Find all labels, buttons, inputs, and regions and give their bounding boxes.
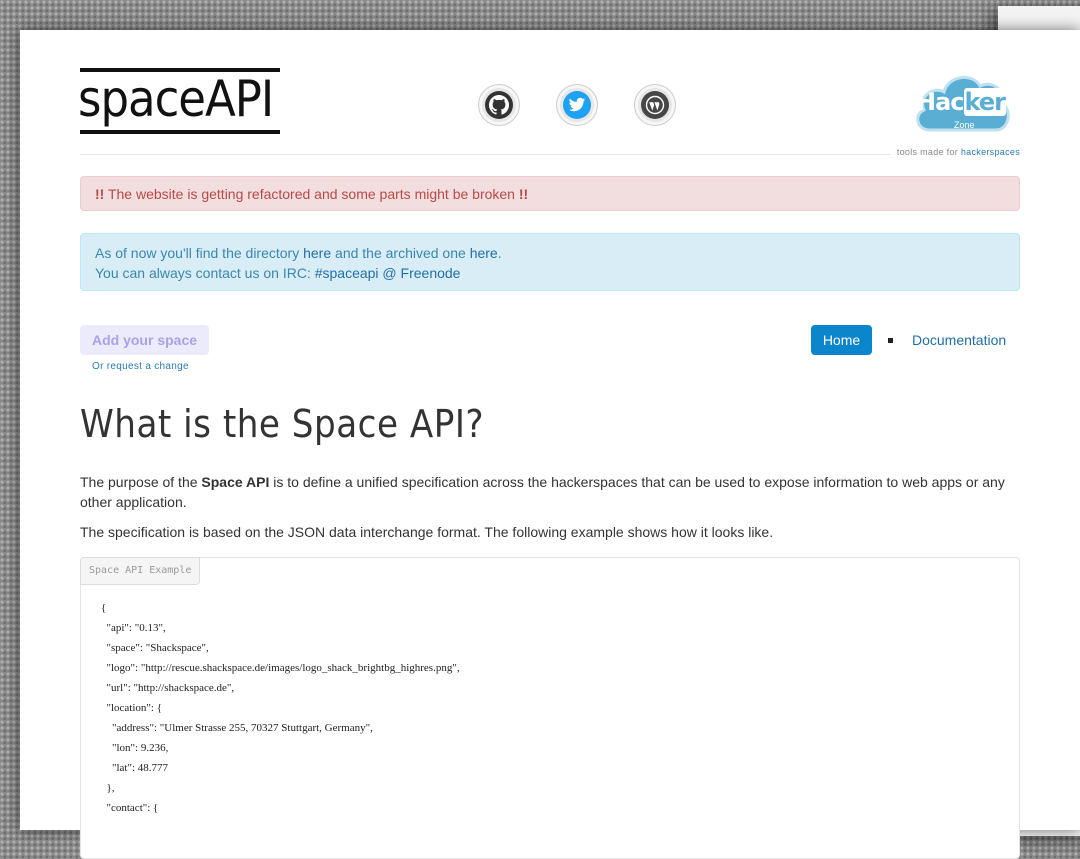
- nav-separator-dot: [888, 338, 893, 343]
- hackerzone-zone-label: Zone: [954, 120, 975, 130]
- nav-documentation[interactable]: Documentation: [912, 325, 1006, 355]
- wordpress-icon: [641, 91, 669, 119]
- logo-bottom-bar: [80, 130, 280, 134]
- twitter-icon: [563, 91, 591, 119]
- logo-text: spaceAPI: [78, 70, 274, 128]
- page-container: spaceAPI Hacker Zone tools made for hack…: [20, 30, 1080, 859]
- add-space-button[interactable]: Add your space: [80, 325, 209, 355]
- hackerspaces-link[interactable]: hackerspaces: [961, 147, 1020, 157]
- github-link[interactable]: [478, 84, 520, 126]
- refactor-warning-alert: !! The website is getting refactored and…: [80, 176, 1020, 211]
- github-icon: [485, 91, 513, 119]
- request-change-link[interactable]: Or request a change: [92, 361, 189, 372]
- hackerzone-title: Hacker: [916, 88, 1006, 116]
- spec-paragraph: The specification is based on the JSON d…: [80, 524, 774, 540]
- irc-link[interactable]: #spaceapi @ Freenode: [315, 265, 461, 281]
- example-code[interactable]: { "api": "0.13", "space": "Shackspace", …: [101, 598, 460, 818]
- directory-info-alert: As of now you'll find the directory here…: [80, 233, 1020, 291]
- info-line-1: As of now you'll find the directory here…: [95, 245, 502, 261]
- example-code-box: Space API Example { "api": "0.13", "spac…: [80, 557, 1020, 859]
- twitter-link[interactable]: [556, 84, 598, 126]
- example-label: Space API Example: [80, 557, 201, 585]
- wordpress-link[interactable]: [634, 84, 676, 126]
- hackerzone-logo[interactable]: Hacker Zone: [908, 70, 1014, 140]
- nav-home[interactable]: Home: [811, 325, 872, 355]
- directory-link[interactable]: here: [303, 245, 331, 261]
- header-divider: [80, 154, 1020, 155]
- spaceapi-logo[interactable]: spaceAPI: [78, 68, 280, 138]
- info-line-2: You can always contact us on IRC: #space…: [95, 265, 461, 281]
- purpose-paragraph: The purpose of the Space API is to defin…: [80, 474, 1005, 510]
- archive-link[interactable]: here: [470, 245, 498, 261]
- page-title: What is the Space API?: [80, 402, 485, 446]
- tagline: tools made for hackerspaces: [890, 147, 1020, 157]
